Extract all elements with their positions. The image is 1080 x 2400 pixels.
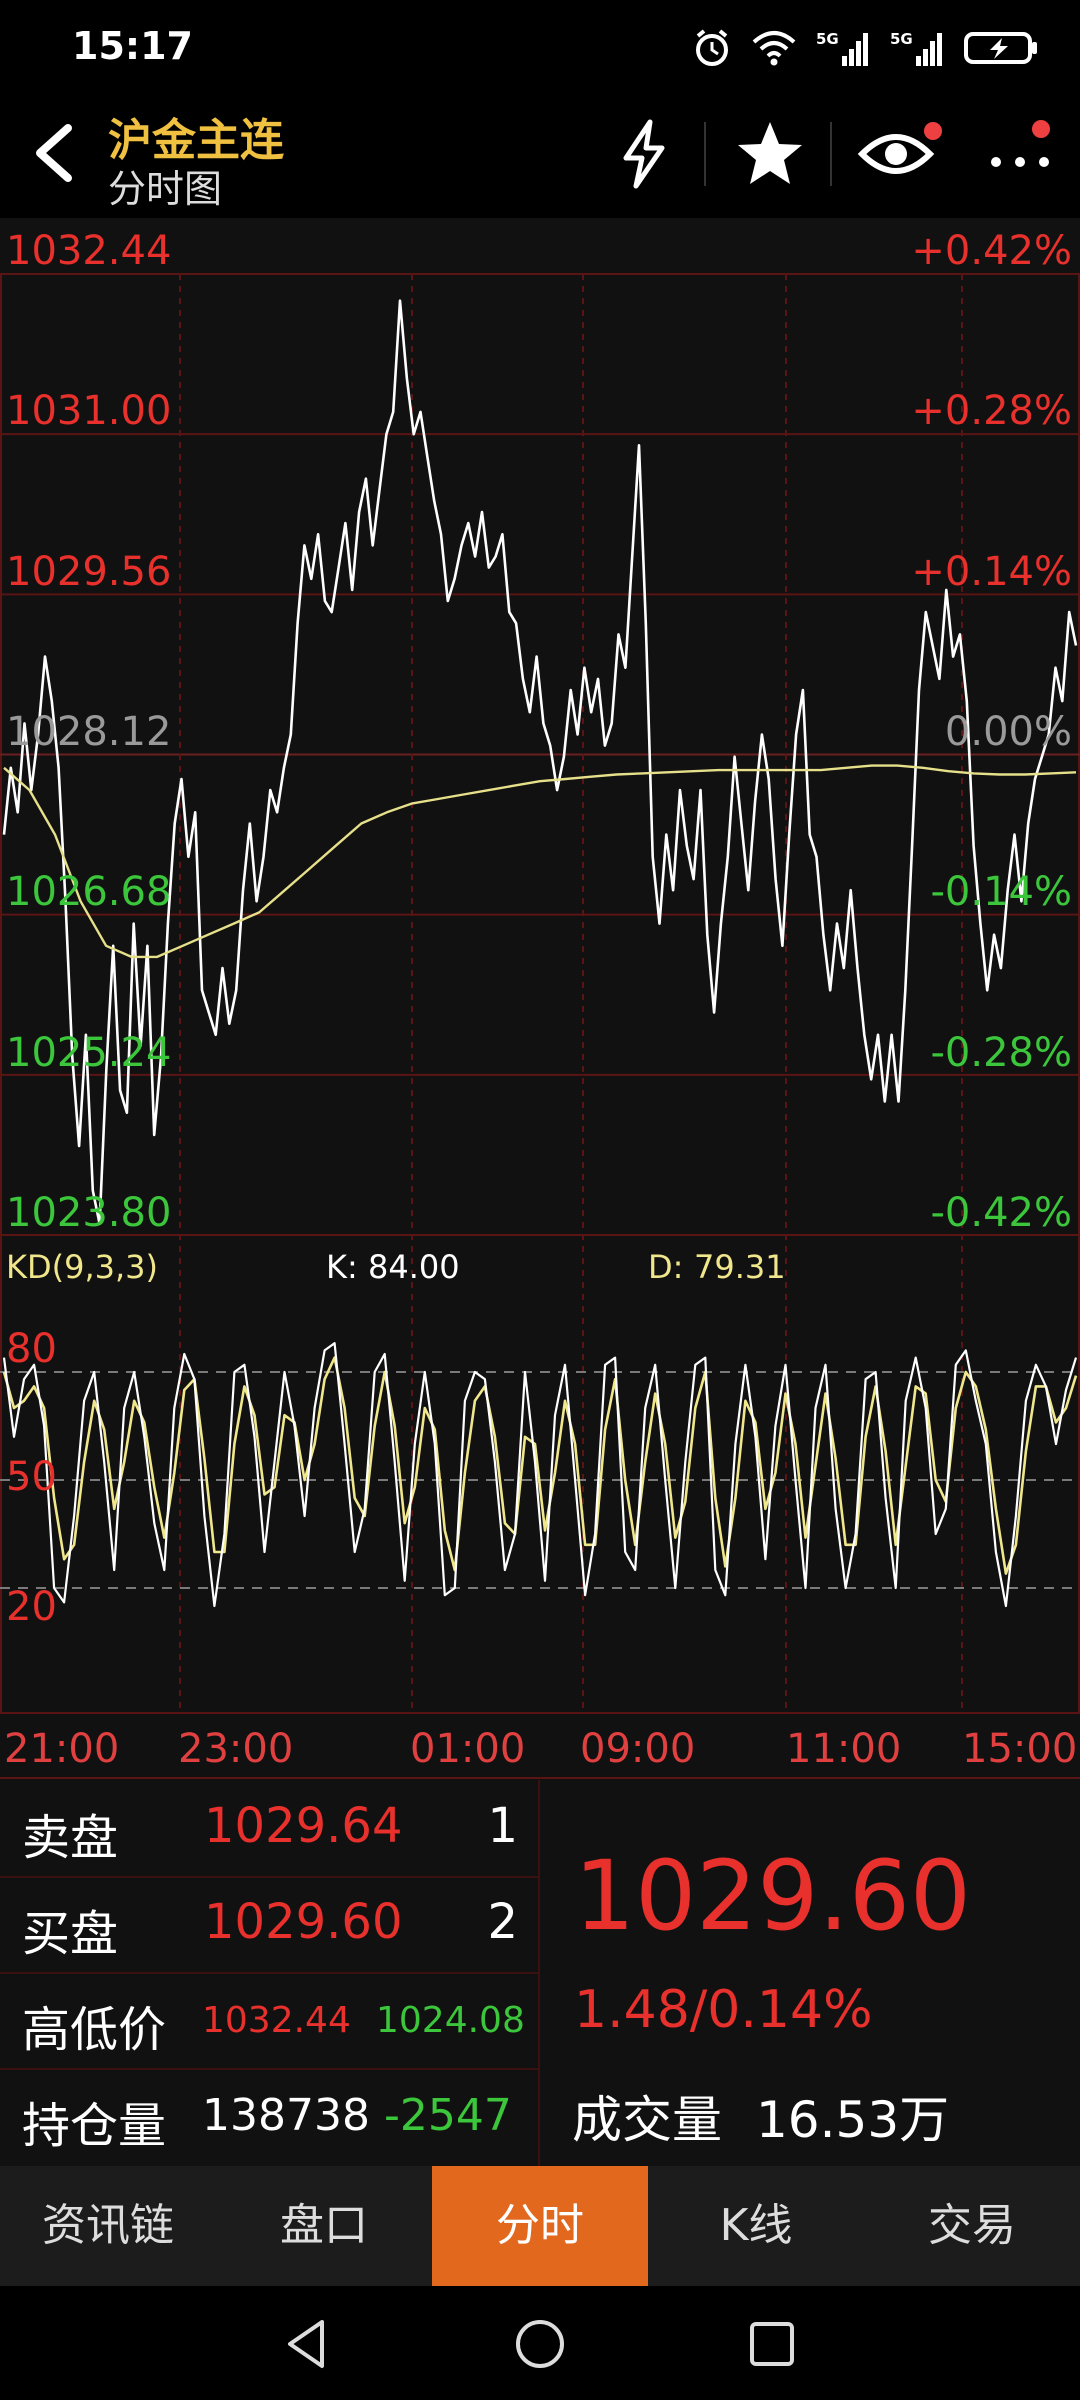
high-low-label: 高低价 bbox=[22, 2002, 167, 2058]
sell-label: 卖盘 bbox=[22, 1810, 119, 1866]
bottom-tab-bar: 资讯链 盘口 分时 K线 交易 bbox=[0, 2166, 1080, 2286]
svg-text:5G: 5G bbox=[816, 30, 839, 48]
sell-price: 1029.64 bbox=[204, 1798, 403, 1854]
back-arrow-icon[interactable] bbox=[22, 118, 92, 188]
tab-kline[interactable]: K线 bbox=[648, 2166, 864, 2286]
header-divider bbox=[830, 122, 832, 186]
percent-tick-label: -0.14% bbox=[930, 869, 1072, 915]
d-readout-value: 79.31 bbox=[694, 1248, 786, 1286]
k-readout-value: 84.00 bbox=[368, 1248, 460, 1286]
system-nav-bar bbox=[0, 2286, 1080, 2400]
price-tick-label: 1023.80 bbox=[6, 1190, 172, 1236]
wifi-icon bbox=[752, 31, 796, 66]
tab-order-book[interactable]: 盘口 bbox=[216, 2166, 432, 2286]
home-circle-icon[interactable] bbox=[510, 2314, 570, 2374]
open-interest-label: 持仓量 bbox=[22, 2098, 167, 2154]
time-tick-label: 21:00 bbox=[4, 1726, 120, 1772]
tab-intraday[interactable]: 分时 bbox=[432, 2166, 648, 2286]
time-tick-label: 09:00 bbox=[580, 1726, 696, 1772]
chart-area[interactable]: 1032.44 1031.00 1029.56 1028.12 1026.68 … bbox=[0, 218, 1080, 1780]
volume-value: 16.53万 bbox=[756, 2091, 950, 2149]
buy-row[interactable]: 买盘 1029.60 2 bbox=[0, 1876, 538, 1974]
percent-tick-label: +0.14% bbox=[911, 549, 1072, 595]
header-divider bbox=[704, 122, 706, 186]
time-tick-label: 15:00 bbox=[962, 1726, 1078, 1772]
notification-dot bbox=[1032, 120, 1050, 138]
battery-charging-icon bbox=[964, 32, 1037, 64]
notification-dot bbox=[924, 122, 942, 140]
status-time: 15:17 bbox=[72, 24, 193, 68]
buy-label: 买盘 bbox=[22, 1906, 119, 1962]
status-icons: 5G 5G bbox=[692, 28, 1040, 68]
price-tick-label: 1028.12 bbox=[6, 709, 172, 755]
chart-mode-subtitle: 分时图 bbox=[108, 167, 223, 211]
high-price: 1032.44 bbox=[202, 2000, 351, 2041]
time-tick-label: 01:00 bbox=[410, 1726, 526, 1772]
high-low-row: 高低价 1032.44 1024.08 bbox=[0, 1972, 538, 2070]
percent-tick-label: -0.28% bbox=[930, 1030, 1072, 1076]
volume-label: 成交量 bbox=[572, 2091, 722, 2149]
kd-tick-label: 50 bbox=[6, 1454, 57, 1500]
status-bar: 15:17 5G 5G bbox=[0, 0, 1080, 100]
buy-qty: 2 bbox=[487, 1894, 518, 1950]
star-icon[interactable] bbox=[730, 114, 810, 194]
app-header: 沪金主连 分时图 bbox=[0, 100, 1080, 218]
price-tick-label: 1025.24 bbox=[6, 1030, 172, 1076]
price-tick-label: 1031.00 bbox=[6, 388, 172, 434]
5g-signal-icon: 5G bbox=[890, 30, 942, 66]
d-readout-label: D: bbox=[648, 1248, 684, 1286]
open-interest-row: 持仓量 138738 -2547 bbox=[0, 2068, 538, 2164]
percent-tick-label: +0.28% bbox=[911, 388, 1072, 434]
back-triangle-icon[interactable] bbox=[278, 2314, 338, 2374]
price-line bbox=[2, 299, 1078, 1226]
kd-panel-frame bbox=[0, 1234, 1080, 1714]
k-readout-label: K: bbox=[326, 1248, 358, 1286]
kd-tick-label: 80 bbox=[6, 1326, 57, 1372]
percent-tick-label: -0.42% bbox=[930, 1190, 1072, 1236]
price-tick-label: 1029.56 bbox=[6, 549, 172, 595]
chart-canvas[interactable] bbox=[0, 218, 1080, 1780]
buy-price: 1029.60 bbox=[204, 1894, 403, 1950]
svg-text:5G: 5G bbox=[890, 30, 913, 48]
tab-news-chain[interactable]: 资讯链 bbox=[0, 2166, 216, 2286]
time-tick-label: 11:00 bbox=[786, 1726, 902, 1772]
quote-panel: 卖盘 1029.64 1 买盘 1029.60 2 高低价 1032.44 10… bbox=[0, 1780, 1080, 2166]
percent-tick-label: +0.42% bbox=[911, 228, 1072, 274]
sell-qty: 1 bbox=[487, 1798, 518, 1854]
5g-signal-icon: 5G bbox=[816, 30, 868, 66]
tab-trade[interactable]: 交易 bbox=[864, 2166, 1080, 2286]
sell-row[interactable]: 卖盘 1029.64 1 bbox=[0, 1780, 538, 1878]
kd-tick-label: 20 bbox=[6, 1584, 57, 1630]
price-tick-label: 1032.44 bbox=[6, 228, 172, 274]
lightning-icon[interactable] bbox=[604, 114, 684, 194]
open-interest-value: 138738 bbox=[202, 2090, 370, 2141]
d-line bbox=[2, 1356, 1078, 1575]
alarm-icon bbox=[696, 29, 728, 66]
kd-indicator-title[interactable]: KD(9,3,3) bbox=[6, 1248, 158, 1286]
price-change: 1.48/0.14% bbox=[574, 1980, 873, 2040]
low-price: 1024.08 bbox=[376, 2000, 525, 2041]
recents-square-icon[interactable] bbox=[742, 2314, 802, 2374]
price-tick-label: 1026.68 bbox=[6, 869, 172, 915]
open-interest-change: -2547 bbox=[384, 2090, 512, 2141]
time-tick-label: 23:00 bbox=[178, 1726, 294, 1772]
quote-divider bbox=[538, 1780, 540, 2166]
percent-tick-label: 0.00% bbox=[944, 709, 1072, 755]
k-line bbox=[2, 1342, 1078, 1608]
last-price: 1029.60 bbox=[574, 1840, 971, 1952]
